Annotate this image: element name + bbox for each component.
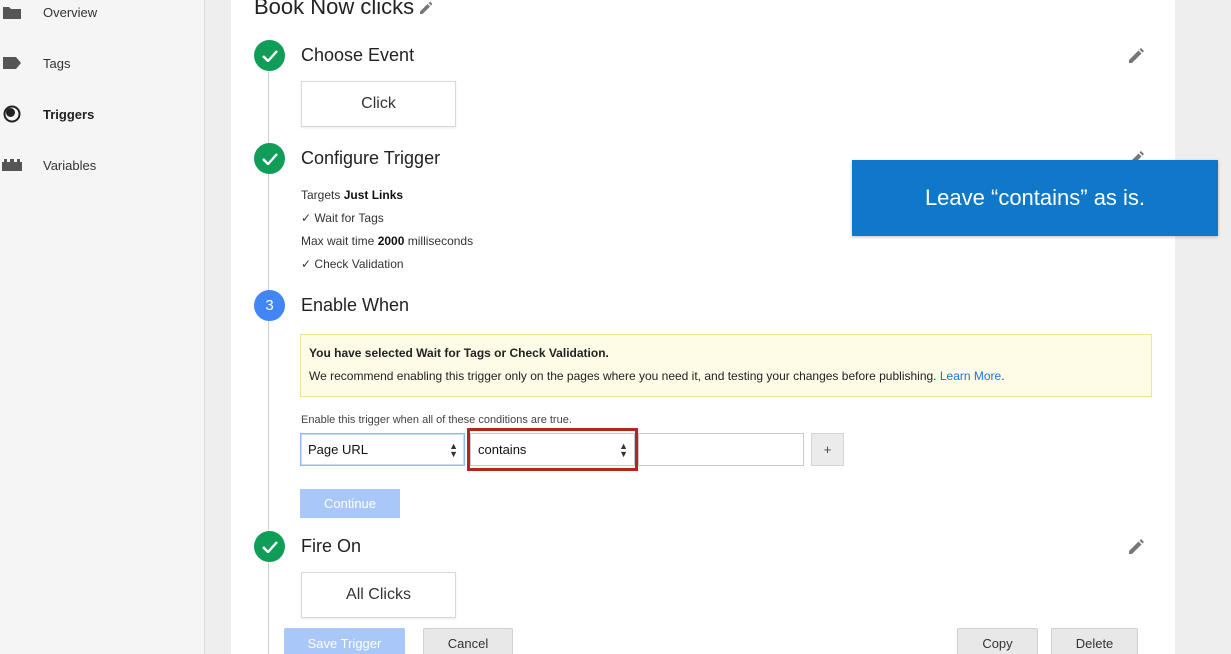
sidebar-item-label: Variables xyxy=(43,157,97,173)
check-validation-detail: ✓ Check Validation xyxy=(301,257,404,271)
check-icon xyxy=(254,40,285,71)
sidebar-item-triggers[interactable]: Triggers xyxy=(0,102,94,126)
right-gutter xyxy=(1175,0,1231,654)
sidebar-item-overview[interactable]: Overview xyxy=(0,0,97,24)
trigger-icon xyxy=(2,105,22,123)
step-number-badge: 3 xyxy=(254,290,285,321)
tag-icon xyxy=(2,57,22,69)
page-title: Book Now clicks xyxy=(254,0,433,20)
warning-period: . xyxy=(1001,369,1005,383)
conditions-label: Enable this trigger when all of these co… xyxy=(301,414,572,426)
sidebar-item-label: Tags xyxy=(43,55,71,71)
pencil-icon[interactable] xyxy=(420,0,433,20)
variable-select[interactable]: Page URL ▲ ▼ xyxy=(300,433,465,466)
save-trigger-button[interactable]: Save Trigger xyxy=(284,628,405,654)
event-type-button[interactable]: Click xyxy=(301,81,456,127)
checkmark-icon: ✓ xyxy=(301,211,312,225)
wait-for-tags-label: Wait for Tags xyxy=(314,211,384,225)
targets-label: Targets xyxy=(301,188,341,202)
warning-title: You have selected Wait for Tags or Check… xyxy=(309,346,609,360)
max-wait-value: 2000 xyxy=(377,234,405,248)
delete-button[interactable]: Delete xyxy=(1051,628,1138,654)
learn-more-link[interactable]: Learn More xyxy=(940,369,1001,383)
variable-select-value: Page URL xyxy=(308,442,368,457)
operator-highlight-box xyxy=(467,428,638,471)
targets-value: Just Links xyxy=(343,188,404,202)
check-icon xyxy=(254,531,285,562)
variables-icon xyxy=(2,159,22,171)
tutorial-callout: Leave “contains” as is. xyxy=(852,160,1218,236)
copy-button[interactable]: Copy xyxy=(957,628,1038,654)
fire-on-button[interactable]: All Clicks xyxy=(301,572,456,618)
continue-button[interactable]: Continue xyxy=(300,489,400,518)
page-title-text: Book Now clicks xyxy=(254,0,415,19)
sidebar-item-variables[interactable]: Variables xyxy=(0,153,96,177)
warning-text: We recommend enabling this trigger only … xyxy=(309,369,937,383)
step-title-fire-on: Fire On xyxy=(301,536,362,556)
step-title-enable-when: Enable When xyxy=(301,295,410,315)
sidebar-item-tags[interactable]: Tags xyxy=(0,51,70,75)
condition-value-input[interactable] xyxy=(638,433,804,466)
edit-pencil-icon[interactable] xyxy=(1128,539,1144,555)
warning-message: We recommend enabling this trigger only … xyxy=(309,369,1143,383)
targets-detail: Targets Just Links xyxy=(301,188,403,202)
step-title-configure-trigger: Configure Trigger xyxy=(301,148,441,168)
sidebar-item-label: Triggers xyxy=(43,106,95,122)
sidebar-item-label: Overview xyxy=(43,4,98,20)
edit-pencil-icon[interactable] xyxy=(1128,48,1144,64)
max-wait-label: Max wait time xyxy=(301,234,375,248)
max-wait-detail: Max wait time 2000 milliseconds xyxy=(301,234,473,248)
select-arrows-icon: ▲ ▼ xyxy=(449,441,458,459)
checkmark-icon: ✓ xyxy=(301,257,312,271)
add-condition-button[interactable]: + xyxy=(811,433,844,466)
folder-icon xyxy=(2,5,22,19)
check-icon xyxy=(254,143,285,174)
sidebar: Overview Tags Triggers Variables xyxy=(0,0,205,654)
wait-for-tags-detail: ✓ Wait for Tags xyxy=(301,211,384,225)
warning-box: You have selected Wait for Tags or Check… xyxy=(300,334,1152,397)
step-title-choose-event: Choose Event xyxy=(301,45,415,65)
max-wait-unit: milliseconds xyxy=(407,234,474,248)
cancel-button[interactable]: Cancel xyxy=(423,628,513,654)
check-validation-label: Check Validation xyxy=(314,257,404,271)
